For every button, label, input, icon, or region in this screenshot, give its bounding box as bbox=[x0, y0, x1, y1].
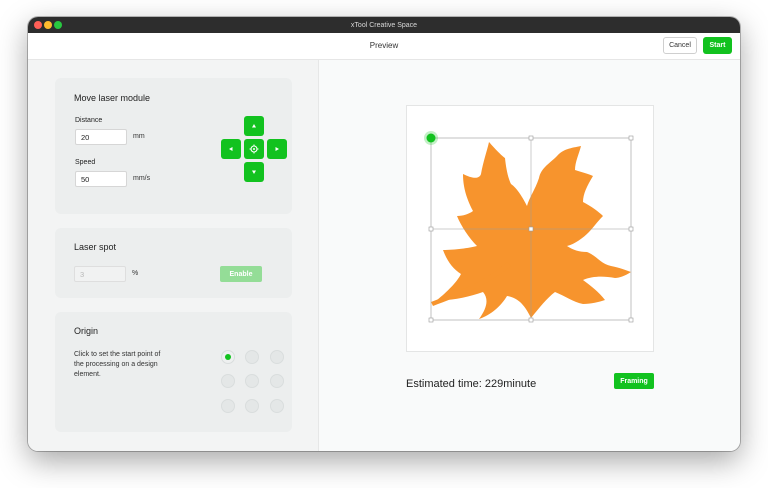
preview-header: Preview Cancel Start bbox=[28, 33, 740, 60]
origin-center[interactable] bbox=[245, 374, 259, 388]
enable-button[interactable]: Enable bbox=[220, 266, 262, 282]
arrow-right-icon bbox=[275, 147, 279, 151]
title-bar: xTool Creative Space bbox=[28, 17, 740, 33]
close-window-button[interactable] bbox=[34, 21, 42, 29]
move-right-button[interactable] bbox=[267, 139, 287, 159]
laser-spot-input[interactable] bbox=[74, 266, 126, 282]
estimated-time: Estimated time: 229minute bbox=[406, 378, 537, 390]
move-home-button[interactable] bbox=[244, 139, 264, 159]
laser-spot-unit: % bbox=[132, 270, 139, 277]
move-module-title: Move laser module bbox=[74, 93, 151, 103]
app-window: xTool Creative Space Preview Cancel Star… bbox=[28, 17, 740, 451]
origin-bottom-center[interactable] bbox=[245, 399, 259, 413]
speed-label: Speed bbox=[75, 159, 96, 166]
speed-unit: mm/s bbox=[133, 175, 151, 182]
arrow-down-icon bbox=[252, 170, 256, 174]
origin-bottom-left[interactable] bbox=[221, 399, 235, 413]
origin-bottom-right[interactable] bbox=[270, 399, 284, 413]
origin-title: Origin bbox=[74, 326, 99, 336]
framing-button[interactable]: Framing bbox=[614, 373, 654, 389]
origin-middle-right[interactable] bbox=[270, 374, 284, 388]
speed-input[interactable] bbox=[75, 171, 127, 187]
origin-top-left[interactable] bbox=[221, 350, 235, 364]
preview-canvas[interactable] bbox=[406, 105, 654, 352]
origin-top-right[interactable] bbox=[270, 350, 284, 364]
laser-spot-card: Laser spot % Enable bbox=[55, 228, 292, 298]
arrow-up-icon bbox=[252, 124, 256, 128]
minimize-window-button[interactable] bbox=[44, 21, 52, 29]
origin-middle-left[interactable] bbox=[221, 374, 235, 388]
distance-input[interactable] bbox=[75, 129, 127, 145]
preview-panel: Estimated time: 229minute Framing bbox=[319, 60, 740, 451]
control-panel: Move laser module Distance mm Speed mm/s bbox=[28, 60, 318, 451]
move-left-button[interactable] bbox=[221, 139, 241, 159]
origin-marker bbox=[426, 133, 436, 143]
cancel-button[interactable]: Cancel bbox=[663, 37, 697, 54]
crosshair-icon bbox=[249, 144, 259, 154]
laser-spot-title: Laser spot bbox=[74, 242, 117, 252]
origin-description: Click to set the start point of the proc… bbox=[74, 351, 161, 378]
origin-top-center[interactable] bbox=[245, 350, 259, 364]
arrow-left-icon bbox=[229, 147, 233, 151]
origin-card: Origin Click to set the start point of t… bbox=[55, 312, 292, 432]
page-title: Preview bbox=[369, 41, 399, 50]
distance-unit: mm bbox=[133, 133, 145, 140]
move-down-button[interactable] bbox=[244, 162, 264, 182]
maximize-window-button[interactable] bbox=[54, 21, 62, 29]
start-button[interactable]: Start bbox=[703, 37, 732, 54]
distance-label: Distance bbox=[75, 117, 103, 124]
move-laser-module-card: Move laser module Distance mm Speed mm/s bbox=[55, 78, 292, 214]
window-title: xTool Creative Space bbox=[350, 21, 418, 29]
move-up-button[interactable] bbox=[244, 116, 264, 136]
design-canvas bbox=[424, 131, 634, 323]
